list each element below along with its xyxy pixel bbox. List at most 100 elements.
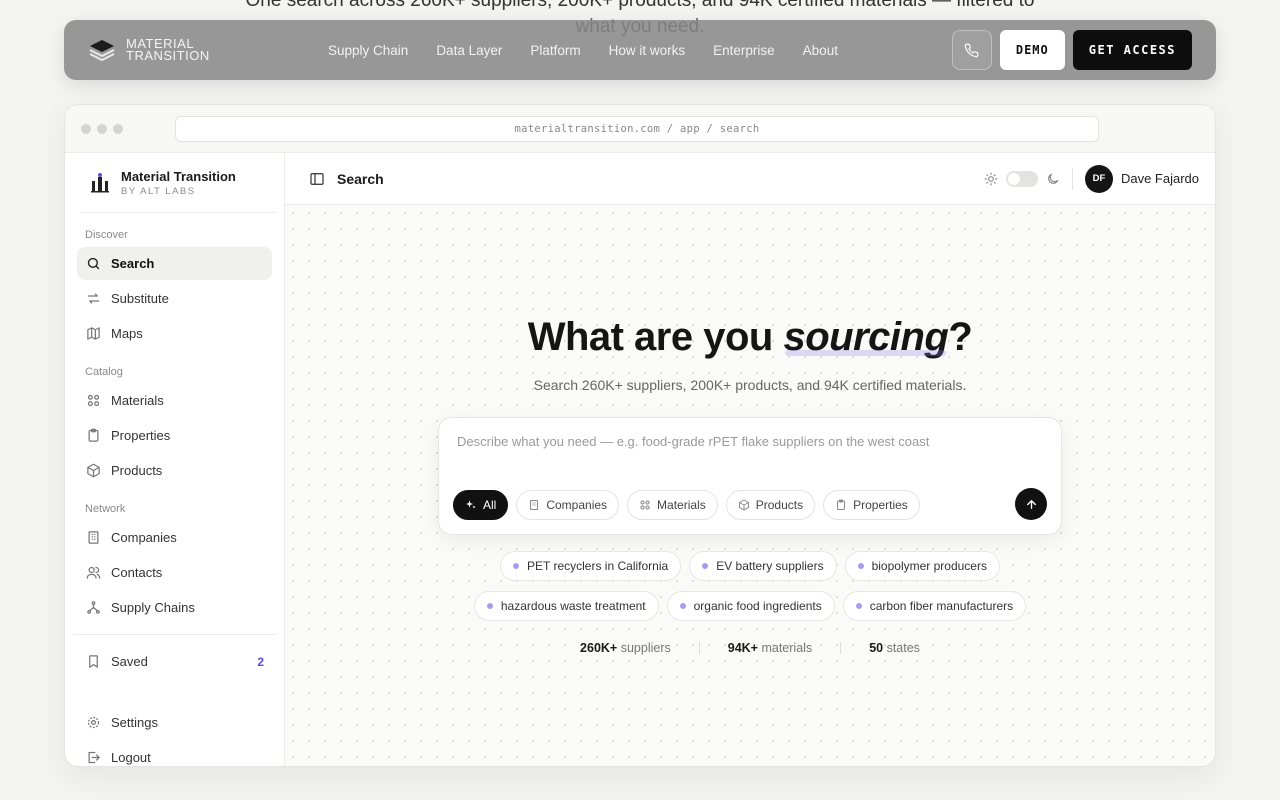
suggestion-label: carbon fiber manufacturers	[869, 599, 1014, 613]
hero-subtitle: Search 260K+ suppliers, 200K+ products, …	[533, 377, 967, 393]
sidebar-item-materials[interactable]: Materials	[77, 384, 272, 417]
sidebar-item-products[interactable]: Products	[77, 454, 272, 487]
hero-title: What are you sourcing?	[285, 315, 1215, 360]
users-icon	[85, 565, 101, 581]
brand-logo-icon	[91, 172, 109, 192]
top-navigation: MATERIAL TRANSITION Supply Chain Data La…	[64, 20, 1216, 80]
suggestion-chip[interactable]: PET recyclers in California	[500, 551, 682, 581]
sidebar-item-label: Search	[111, 256, 155, 271]
filter-label: All	[483, 498, 497, 512]
search-input[interactable]	[457, 434, 1037, 449]
saved-count-badge: 2	[257, 654, 264, 669]
sun-icon	[984, 172, 998, 186]
dot-icon	[855, 603, 862, 609]
stat-label: states	[886, 641, 920, 655]
building-icon	[85, 530, 101, 546]
filter-label: Materials	[657, 498, 706, 512]
dot-icon	[486, 603, 493, 609]
sidebar-brand[interactable]: Material Transition BY ALT LABS	[81, 153, 276, 213]
sidebar-item-label: Products	[111, 463, 163, 478]
page-title: Search	[337, 170, 384, 187]
phone-button[interactable]	[951, 30, 992, 70]
brand-name: Material Transition	[121, 168, 236, 184]
nav-link-how-it-works[interactable]: How it works	[609, 43, 686, 58]
background-hero-line1: One search across 260K+ suppliers, 200K+…	[245, 0, 1035, 11]
nav-link-data-layer[interactable]: Data Layer	[436, 43, 502, 58]
window-dot	[97, 123, 107, 134]
sidebar-item-label: Contacts	[111, 565, 163, 580]
phone-icon	[965, 43, 979, 57]
nav-link-about[interactable]: About	[803, 43, 838, 58]
bookmark-icon	[85, 654, 101, 670]
nav-link-platform[interactable]: Platform	[530, 43, 580, 58]
map-icon	[85, 326, 101, 342]
get-access-button[interactable]: GET ACCESS	[1072, 30, 1192, 70]
suggestion-chip[interactable]: organic food ingredients	[666, 591, 835, 621]
filter-products[interactable]: Products	[725, 490, 816, 520]
filter-all[interactable]: All	[453, 490, 509, 520]
clipboard-icon	[85, 428, 101, 444]
stat-separator	[840, 642, 842, 654]
filter-companies[interactable]: Companies	[516, 490, 620, 520]
suggestion-chip[interactable]: hazardous waste treatment	[473, 591, 659, 621]
suggestion-label: hazardous waste treatment	[500, 599, 646, 613]
sidebar-item-search[interactable]: Search	[77, 247, 272, 280]
sidebar-item-settings[interactable]: Settings	[77, 706, 272, 739]
header-separator	[1071, 167, 1073, 190]
stat-value: 94K+	[727, 641, 758, 655]
sidebar-item-properties[interactable]: Properties	[77, 419, 272, 452]
sidebar-item-label: Supply Chains	[111, 600, 195, 615]
sidebar-item-supply-chains[interactable]: Supply Chains	[77, 591, 272, 624]
building-icon	[528, 499, 540, 511]
site-logo[interactable]: MATERIAL TRANSITION	[88, 37, 308, 62]
suggestion-label: biopolymer producers	[871, 559, 987, 573]
avatar[interactable]: DF	[1084, 164, 1113, 193]
logout-icon	[85, 750, 101, 766]
stat-separator	[698, 642, 700, 654]
logo-icon	[89, 40, 115, 62]
brand-subtitle: BY ALT LABS	[121, 185, 196, 197]
sidebar-item-label: Properties	[111, 428, 171, 443]
dot-icon	[702, 563, 709, 569]
sidebar-item-logout[interactable]: Logout	[77, 741, 272, 766]
filter-properties[interactable]: Properties	[823, 490, 920, 520]
theme-toggle[interactable]	[1005, 170, 1038, 187]
filter-materials[interactable]: Materials	[627, 490, 718, 520]
nav-link-enterprise[interactable]: Enterprise	[713, 43, 775, 58]
sidebar-item-label: Substitute	[111, 291, 169, 306]
filter-label: Companies	[546, 498, 608, 512]
suggestion-chip[interactable]: EV battery suppliers	[689, 551, 837, 581]
arrow-up-icon	[1026, 499, 1036, 509]
stat-value: 260K+	[580, 641, 618, 655]
sidebar-item-maps[interactable]: Maps	[77, 317, 272, 350]
filter-label: Properties	[853, 498, 908, 512]
search-filters: All Companies Materials Products Propert…	[453, 490, 920, 520]
window-dot	[113, 123, 123, 134]
demo-button[interactable]: DEMO	[999, 30, 1065, 70]
sidebar-item-label: Saved	[111, 654, 148, 669]
sidebar-item-contacts[interactable]: Contacts	[77, 556, 272, 589]
sidebar: Material Transition BY ALT LABS Discover…	[65, 153, 285, 766]
sidebar-item-saved[interactable]: Saved 2	[77, 645, 272, 678]
window-dot	[81, 123, 91, 134]
sidebar-item-label: Companies	[111, 530, 177, 545]
search-canvas: What are you sourcing? Search 260K+ supp…	[285, 205, 1215, 766]
sidebar-toggle-icon[interactable]	[309, 171, 325, 187]
search-box: All Companies Materials	[438, 417, 1062, 535]
gear-icon	[85, 715, 101, 731]
window-controls	[81, 123, 123, 134]
sidebar-item-companies[interactable]: Companies	[77, 521, 272, 554]
sidebar-item-label: Settings	[111, 715, 158, 730]
stat-label: materials	[761, 641, 813, 655]
url-bar[interactable]: materialtransition.com / app / search	[175, 116, 1099, 142]
suggestion-chip[interactable]: carbon fiber manufacturers	[842, 591, 1027, 621]
section-label-discover: Discover	[85, 229, 128, 241]
clipboard-icon	[835, 499, 847, 511]
suggestion-chip[interactable]: biopolymer producers	[844, 551, 1000, 581]
moon-icon	[1046, 172, 1060, 186]
nav-link-supply-chain[interactable]: Supply Chain	[328, 43, 408, 58]
submit-search-button[interactable]	[1015, 488, 1047, 520]
logo-text: MATERIAL TRANSITION	[126, 37, 210, 62]
user-name[interactable]: Dave Fajardo	[1121, 171, 1199, 186]
sidebar-item-substitute[interactable]: Substitute	[77, 282, 272, 315]
